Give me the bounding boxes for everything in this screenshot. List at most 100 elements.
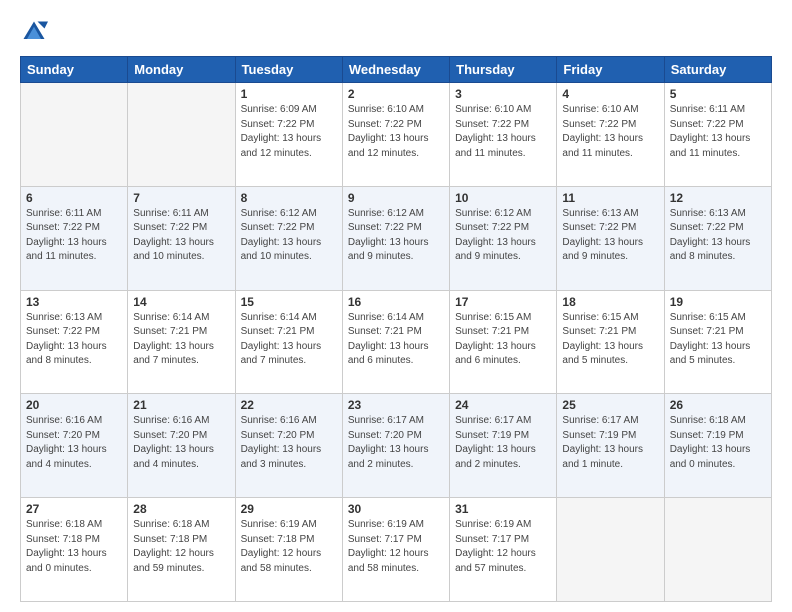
calendar-day: 30 Sunrise: 6:19 AM Sunset: 7:17 PM Dayli… bbox=[342, 498, 449, 602]
header bbox=[20, 18, 772, 46]
day-info: Sunrise: 6:15 AM Sunset: 7:21 PM Dayligh… bbox=[670, 311, 766, 369]
calendar-day: 12Sunrise: 6:13 AM Sunset: 7:22 PM Dayli… bbox=[664, 186, 771, 290]
calendar-day: 27Sunrise: 6:18 AM Sunset: 7:18 PM Dayli… bbox=[21, 498, 128, 602]
day-number: 15 bbox=[241, 295, 337, 309]
day-number: 13 bbox=[26, 295, 122, 309]
day-number: 30 bbox=[348, 502, 444, 516]
calendar-day: 20 Sunrise: 6:16 AM Sunset: 7:20 PM Dayli… bbox=[21, 394, 128, 498]
day-number: 19 bbox=[670, 295, 766, 309]
calendar-header-row: SundayMondayTuesdayWednesdayThursdayFrid… bbox=[21, 57, 772, 83]
day-number: 29 bbox=[241, 502, 337, 516]
calendar-day: 9 Sunrise: 6:12 AM Sunset: 7:22 PM Daylig… bbox=[342, 186, 449, 290]
day-info: Sunrise: 6:14 AM Sunset: 7:21 PM Dayligh… bbox=[241, 311, 337, 369]
day-number: 27 bbox=[26, 502, 122, 516]
day-number: 23 bbox=[348, 398, 444, 412]
calendar-day: 1 Sunrise: 6:09 AM Sunset: 7:22 PM Daylig… bbox=[235, 83, 342, 187]
day-info: Sunrise: 6:16 AM Sunset: 7:20 PM Dayligh… bbox=[133, 414, 229, 472]
calendar-day: 8 Sunrise: 6:12 AM Sunset: 7:22 PM Daylig… bbox=[235, 186, 342, 290]
day-info: Sunrise: 6:12 AM Sunset: 7:22 PM Dayligh… bbox=[348, 207, 444, 265]
day-number: 1 bbox=[241, 87, 337, 101]
calendar-day bbox=[664, 498, 771, 602]
calendar-day bbox=[128, 83, 235, 187]
page: SundayMondayTuesdayWednesdayThursdayFrid… bbox=[0, 0, 792, 612]
day-info: Sunrise: 6:12 AM Sunset: 7:22 PM Dayligh… bbox=[241, 207, 337, 265]
col-header-thursday: Thursday bbox=[450, 57, 557, 83]
day-info: Sunrise: 6:18 AM Sunset: 7:18 PM Dayligh… bbox=[133, 518, 229, 576]
day-number: 20 bbox=[26, 398, 122, 412]
day-number: 17 bbox=[455, 295, 551, 309]
day-info: Sunrise: 6:19 AM Sunset: 7:17 PM Dayligh… bbox=[455, 518, 551, 576]
day-number: 22 bbox=[241, 398, 337, 412]
calendar-day: 5Sunrise: 6:11 AM Sunset: 7:22 PM Daylig… bbox=[664, 83, 771, 187]
col-header-monday: Monday bbox=[128, 57, 235, 83]
day-number: 26 bbox=[670, 398, 766, 412]
calendar-day: 31 Sunrise: 6:19 AM Sunset: 7:17 PM Dayli… bbox=[450, 498, 557, 602]
day-number: 31 bbox=[455, 502, 551, 516]
day-info: Sunrise: 6:10 AM Sunset: 7:22 PM Dayligh… bbox=[455, 103, 551, 161]
day-info: Sunrise: 6:13 AM Sunset: 7:22 PM Dayligh… bbox=[670, 207, 766, 265]
day-number: 5 bbox=[670, 87, 766, 101]
day-info: Sunrise: 6:16 AM Sunset: 7:20 PM Dayligh… bbox=[26, 414, 122, 472]
calendar-day: 3Sunrise: 6:10 AM Sunset: 7:22 PM Daylig… bbox=[450, 83, 557, 187]
col-header-friday: Friday bbox=[557, 57, 664, 83]
day-number: 11 bbox=[562, 191, 658, 205]
day-info: Sunrise: 6:13 AM Sunset: 7:22 PM Dayligh… bbox=[26, 311, 122, 369]
day-info: Sunrise: 6:16 AM Sunset: 7:20 PM Dayligh… bbox=[241, 414, 337, 472]
day-number: 10 bbox=[455, 191, 551, 205]
day-info: Sunrise: 6:15 AM Sunset: 7:21 PM Dayligh… bbox=[562, 311, 658, 369]
day-info: Sunrise: 6:09 AM Sunset: 7:22 PM Dayligh… bbox=[241, 103, 337, 161]
calendar-day: 13 Sunrise: 6:13 AM Sunset: 7:22 PM Dayli… bbox=[21, 290, 128, 394]
calendar-day: 16 Sunrise: 6:14 AM Sunset: 7:21 PM Dayli… bbox=[342, 290, 449, 394]
calendar-day: 22 Sunrise: 6:16 AM Sunset: 7:20 PM Dayli… bbox=[235, 394, 342, 498]
day-info: Sunrise: 6:17 AM Sunset: 7:19 PM Dayligh… bbox=[562, 414, 658, 472]
col-header-sunday: Sunday bbox=[21, 57, 128, 83]
calendar-day: 17Sunrise: 6:15 AM Sunset: 7:21 PM Dayli… bbox=[450, 290, 557, 394]
calendar-day: 2 Sunrise: 6:10 AM Sunset: 7:22 PM Daylig… bbox=[342, 83, 449, 187]
logo-icon bbox=[20, 18, 48, 46]
calendar-day: 14 Sunrise: 6:14 AM Sunset: 7:21 PM Dayli… bbox=[128, 290, 235, 394]
day-info: Sunrise: 6:14 AM Sunset: 7:21 PM Dayligh… bbox=[348, 311, 444, 369]
day-number: 7 bbox=[133, 191, 229, 205]
day-number: 21 bbox=[133, 398, 229, 412]
calendar-day: 21 Sunrise: 6:16 AM Sunset: 7:20 PM Dayli… bbox=[128, 394, 235, 498]
day-info: Sunrise: 6:13 AM Sunset: 7:22 PM Dayligh… bbox=[562, 207, 658, 265]
calendar-day bbox=[557, 498, 664, 602]
calendar-week-5: 27 Sunrise: 6:18 AM Sunset: 7:18 PM Dayli… bbox=[21, 498, 772, 602]
calendar-day: 15 Sunrise: 6:14 AM Sunset: 7:21 PM Dayli… bbox=[235, 290, 342, 394]
day-number: 4 bbox=[562, 87, 658, 101]
day-number: 18 bbox=[562, 295, 658, 309]
calendar-day: 29Sunrise: 6:19 AM Sunset: 7:18 PM Dayli… bbox=[235, 498, 342, 602]
day-info: Sunrise: 6:14 AM Sunset: 7:21 PM Dayligh… bbox=[133, 311, 229, 369]
day-info: Sunrise: 6:10 AM Sunset: 7:22 PM Dayligh… bbox=[348, 103, 444, 161]
col-header-wednesday: Wednesday bbox=[342, 57, 449, 83]
day-number: 16 bbox=[348, 295, 444, 309]
calendar-day: 25 Sunrise: 6:17 AM Sunset: 7:19 PM Dayli… bbox=[557, 394, 664, 498]
day-info: Sunrise: 6:17 AM Sunset: 7:20 PM Dayligh… bbox=[348, 414, 444, 472]
calendar-week-4: 20 Sunrise: 6:16 AM Sunset: 7:20 PM Dayli… bbox=[21, 394, 772, 498]
day-info: Sunrise: 6:17 AM Sunset: 7:19 PM Dayligh… bbox=[455, 414, 551, 472]
day-info: Sunrise: 6:11 AM Sunset: 7:22 PM Dayligh… bbox=[133, 207, 229, 265]
day-number: 25 bbox=[562, 398, 658, 412]
logo bbox=[20, 18, 52, 46]
col-header-saturday: Saturday bbox=[664, 57, 771, 83]
calendar-day: 10 Sunrise: 6:12 AM Sunset: 7:22 PM Dayli… bbox=[450, 186, 557, 290]
day-number: 14 bbox=[133, 295, 229, 309]
calendar-day: 11 Sunrise: 6:13 AM Sunset: 7:22 PM Dayli… bbox=[557, 186, 664, 290]
day-info: Sunrise: 6:19 AM Sunset: 7:17 PM Dayligh… bbox=[348, 518, 444, 576]
calendar-day: 18 Sunrise: 6:15 AM Sunset: 7:21 PM Dayli… bbox=[557, 290, 664, 394]
calendar-day: 7 Sunrise: 6:11 AM Sunset: 7:22 PM Daylig… bbox=[128, 186, 235, 290]
calendar-day: 6Sunrise: 6:11 AM Sunset: 7:22 PM Daylig… bbox=[21, 186, 128, 290]
day-number: 8 bbox=[241, 191, 337, 205]
day-info: Sunrise: 6:12 AM Sunset: 7:22 PM Dayligh… bbox=[455, 207, 551, 265]
day-number: 24 bbox=[455, 398, 551, 412]
calendar-table: SundayMondayTuesdayWednesdayThursdayFrid… bbox=[20, 56, 772, 602]
calendar-day: 4Sunrise: 6:10 AM Sunset: 7:22 PM Daylig… bbox=[557, 83, 664, 187]
calendar-day: 28Sunrise: 6:18 AM Sunset: 7:18 PM Dayli… bbox=[128, 498, 235, 602]
day-number: 2 bbox=[348, 87, 444, 101]
day-number: 9 bbox=[348, 191, 444, 205]
day-info: Sunrise: 6:11 AM Sunset: 7:22 PM Dayligh… bbox=[26, 207, 122, 265]
calendar-week-1: 1 Sunrise: 6:09 AM Sunset: 7:22 PM Daylig… bbox=[21, 83, 772, 187]
day-info: Sunrise: 6:18 AM Sunset: 7:19 PM Dayligh… bbox=[670, 414, 766, 472]
calendar-day bbox=[21, 83, 128, 187]
calendar-day: 24 Sunrise: 6:17 AM Sunset: 7:19 PM Dayli… bbox=[450, 394, 557, 498]
